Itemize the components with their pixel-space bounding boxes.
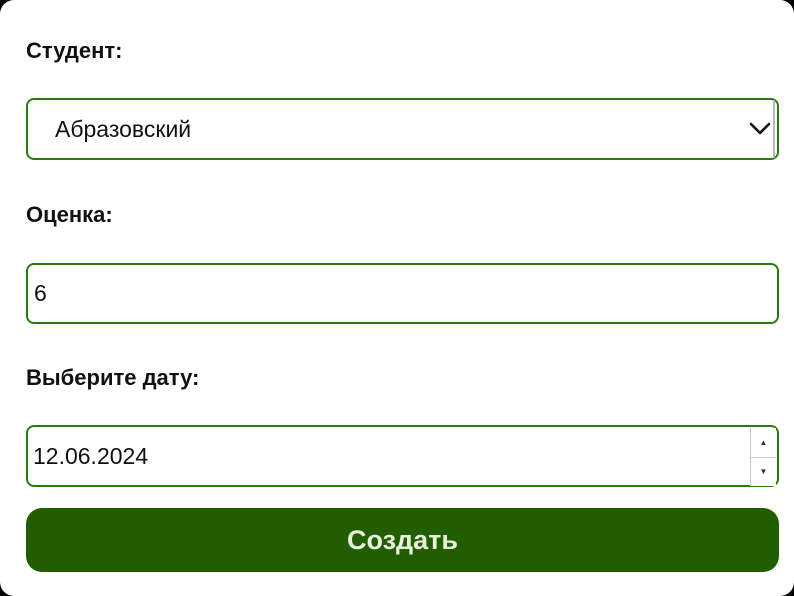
grade-input[interactable]: 6: [26, 263, 779, 324]
date-stepper[interactable]: ▲ ▼: [750, 428, 776, 486]
date-input-value: 12.06.2024: [33, 442, 149, 469]
create-button[interactable]: Создать: [26, 508, 779, 572]
student-select-value: Абразовский: [55, 115, 192, 142]
grade-label: Оценка:: [26, 202, 113, 227]
caret-down-icon[interactable]: ▼: [751, 456, 776, 486]
grade-input-value: 6: [34, 280, 47, 306]
date-input[interactable]: 12.06.2024 ▲ ▼: [26, 425, 779, 487]
date-label: Выберите дату:: [26, 365, 200, 390]
caret-up-icon[interactable]: ▲: [751, 428, 776, 457]
create-grade-modal: Студент: Абразовский Оценка: 6 Выберите …: [0, 0, 794, 596]
chevron-down-icon[interactable]: [747, 100, 775, 158]
student-label: Студент:: [26, 38, 123, 63]
student-select[interactable]: Абразовский: [26, 98, 779, 160]
